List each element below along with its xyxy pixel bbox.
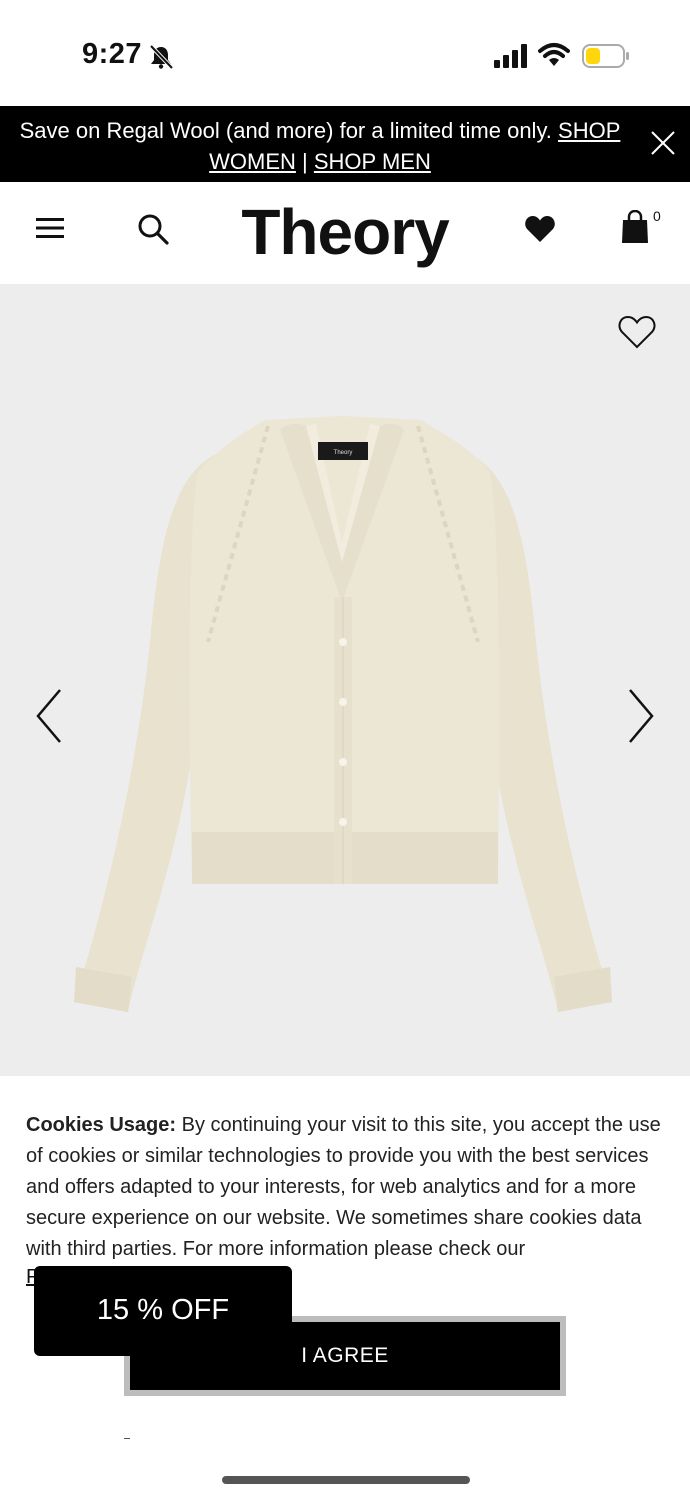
discount-tab[interactable]: 15 % OFF — [34, 1266, 292, 1356]
wifi-icon — [538, 43, 570, 66]
product-image-carousel[interactable]: Theory — [0, 284, 690, 1076]
brand-logo[interactable]: Theory — [230, 190, 460, 274]
shop-men-link[interactable]: SHOP MEN — [314, 149, 431, 174]
bag-count: 0 — [653, 208, 661, 224]
status-time: 9:27 — [82, 38, 143, 70]
promo-separator: | — [295, 149, 314, 174]
cookie-text: Cookies Usage: By continuing your visit … — [26, 1110, 670, 1265]
menu-icon[interactable] — [36, 216, 64, 240]
promo-message: Save on Regal Wool (and more) for a limi… — [19, 118, 559, 143]
wishlist-heart-icon[interactable] — [618, 314, 656, 350]
site-header: Theory 0 — [0, 182, 690, 284]
signal-icon — [494, 44, 527, 68]
close-icon[interactable] — [650, 130, 676, 156]
divider — [124, 1438, 130, 1439]
promo-text: Save on Regal Wool (and more) for a limi… — [10, 115, 630, 177]
chevron-right-icon[interactable] — [624, 688, 656, 744]
bell-muted-icon — [149, 44, 174, 70]
product-image-cardigan: Theory — [74, 416, 612, 1012]
garment-label: Theory — [334, 450, 353, 456]
promo-banner: Save on Regal Wool (and more) for a limi… — [0, 106, 690, 182]
home-indicator[interactable] — [222, 1476, 470, 1484]
cookie-heading: Cookies Usage: — [26, 1114, 177, 1136]
search-icon[interactable] — [136, 212, 170, 246]
status-bar: 9:27 — [0, 0, 690, 106]
battery-icon — [582, 44, 629, 68]
chevron-left-icon[interactable] — [34, 688, 66, 744]
cookie-consent-panel: Cookies Usage: By continuing your visit … — [0, 1076, 690, 1500]
bag-icon[interactable] — [620, 210, 650, 244]
heart-icon[interactable] — [524, 214, 556, 244]
